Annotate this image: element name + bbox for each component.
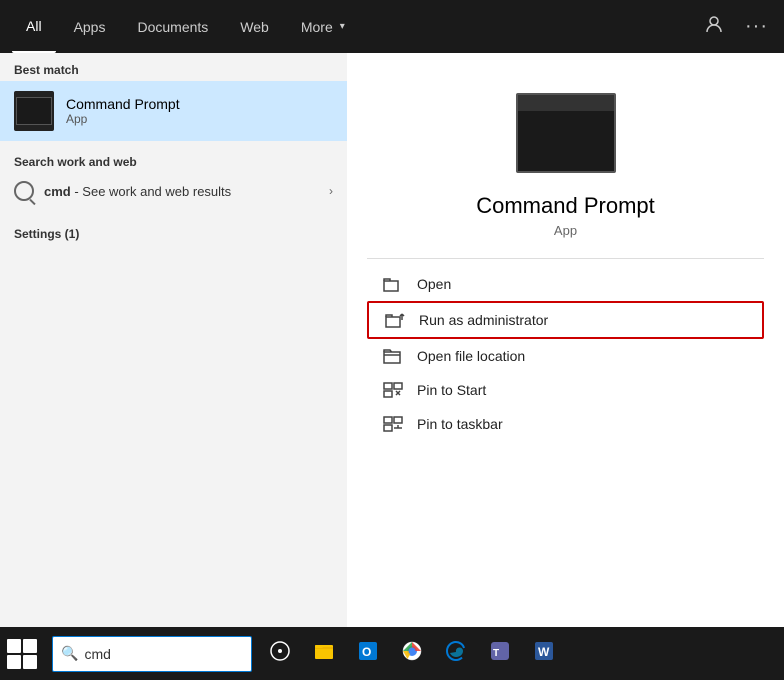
cmd-app-icon-small	[14, 91, 54, 131]
action-run-as-admin[interactable]: Run as administrator	[367, 301, 764, 339]
main-area: Best match Command Prompt App Search wor…	[0, 53, 784, 680]
file-explorer-icon	[313, 640, 335, 667]
taskbar-outlook[interactable]: O	[348, 627, 388, 680]
search-web-label: Search work and web	[0, 145, 347, 173]
windows-icon	[7, 639, 37, 669]
word-icon: W	[533, 640, 555, 667]
tab-web[interactable]: Web	[226, 0, 283, 53]
search-web-section: Search work and web cmd - See work and w…	[0, 141, 347, 213]
action-list: Open Run as administrator	[367, 267, 764, 441]
taskbar-teams[interactable]: T	[480, 627, 520, 680]
open-icon	[383, 276, 403, 292]
tab-all[interactable]: All	[12, 0, 56, 53]
action-pin-taskbar-label: Pin to taskbar	[417, 416, 503, 432]
svg-text:O: O	[362, 645, 371, 659]
taskbar: 🔍 cmd	[0, 627, 784, 680]
teams-icon: T	[489, 640, 511, 667]
cmd-app-icon-large	[516, 93, 616, 173]
taskbar-file-explorer[interactable]	[304, 627, 344, 680]
action-pin-start-label: Pin to Start	[417, 382, 486, 398]
action-open-label: Open	[417, 276, 451, 292]
search-icon	[14, 181, 34, 201]
pin-taskbar-icon	[383, 416, 403, 432]
person-icon[interactable]	[701, 11, 727, 42]
app-type: App	[554, 223, 577, 238]
chrome-icon	[401, 640, 423, 667]
chevron-right-icon: ›	[329, 184, 333, 198]
run-as-admin-icon	[385, 312, 405, 328]
taskbar-search-icon: 🔍	[61, 645, 78, 662]
action-open-file-location[interactable]: Open file location	[367, 339, 764, 373]
best-match-type: App	[66, 112, 180, 126]
best-match-name: Command Prompt	[66, 96, 180, 112]
search-web-item[interactable]: cmd - See work and web results ›	[0, 173, 347, 209]
action-open[interactable]: Open	[367, 267, 764, 301]
search-description: - See work and web results	[74, 184, 231, 199]
right-panel: Command Prompt App Open	[347, 53, 784, 680]
chevron-down-icon: ▾	[340, 21, 345, 32]
taskbar-icons: O	[260, 627, 564, 680]
taskbar-task-view[interactable]	[260, 627, 300, 680]
action-run-as-admin-label: Run as administrator	[419, 312, 548, 328]
outlook-icon: O	[357, 640, 379, 667]
app-title: Command Prompt	[476, 193, 655, 219]
search-web-text: cmd - See work and web results	[44, 184, 231, 199]
svg-text:T: T	[493, 648, 499, 659]
best-match-item[interactable]: Command Prompt App	[0, 81, 347, 141]
start-button[interactable]	[0, 627, 44, 680]
divider	[367, 258, 764, 259]
action-file-location-label: Open file location	[417, 348, 525, 364]
action-pin-to-taskbar[interactable]: Pin to taskbar	[367, 407, 764, 441]
settings-label: Settings (1)	[0, 217, 347, 245]
taskbar-word[interactable]: W	[524, 627, 564, 680]
tab-more[interactable]: More ▾	[287, 0, 359, 53]
search-query: cmd	[44, 184, 71, 199]
task-view-icon	[269, 640, 291, 667]
edge-icon	[445, 640, 467, 667]
top-navigation: All Apps Documents Web More ▾ ···	[0, 0, 784, 53]
tab-documents[interactable]: Documents	[123, 0, 222, 53]
pin-start-icon	[383, 382, 403, 398]
taskbar-search-text: cmd	[84, 646, 110, 662]
action-pin-to-start[interactable]: Pin to Start	[367, 373, 764, 407]
ellipsis-icon[interactable]: ···	[741, 11, 772, 42]
taskbar-chrome[interactable]	[392, 627, 432, 680]
svg-text:W: W	[538, 645, 550, 659]
settings-section: Settings (1)	[0, 213, 347, 249]
left-panel: Best match Command Prompt App Search wor…	[0, 53, 347, 680]
tab-apps[interactable]: Apps	[60, 0, 120, 53]
taskbar-search-box[interactable]: 🔍 cmd	[52, 636, 252, 672]
best-match-label: Best match	[0, 53, 347, 81]
file-location-icon	[383, 348, 403, 364]
taskbar-edge[interactable]	[436, 627, 476, 680]
